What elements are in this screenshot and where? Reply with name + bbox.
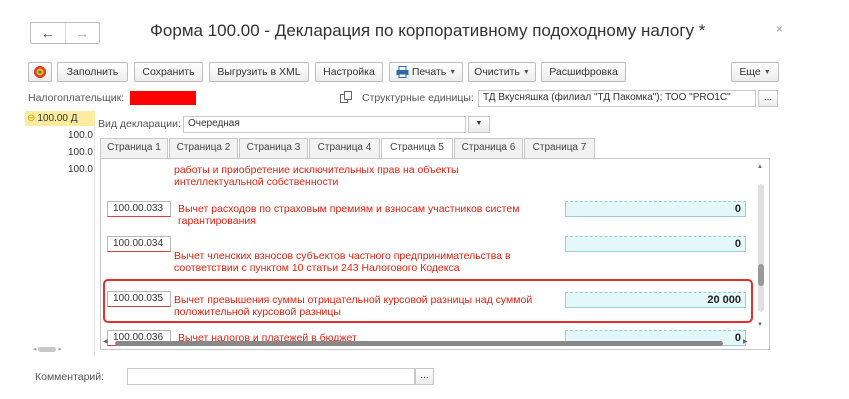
row-code: 100.00.035 bbox=[107, 291, 171, 307]
back-arrow-icon: ← bbox=[40, 25, 55, 41]
horizontal-scrollbar[interactable]: ◀ ▶ bbox=[103, 338, 753, 348]
scroll-left-icon[interactable]: ◀ bbox=[103, 338, 108, 345]
list-item[interactable]: 100.0 bbox=[25, 162, 95, 177]
settings-button[interactable]: Настройка bbox=[315, 62, 383, 82]
comment-label: Комментарий: bbox=[35, 371, 105, 383]
value-field[interactable]: 0 bbox=[565, 201, 746, 217]
row-code: 100.00.034 bbox=[107, 236, 171, 252]
decl-type-field[interactable]: Очередная bbox=[183, 116, 466, 133]
back-button[interactable]: ← bbox=[31, 23, 65, 43]
tab-page-5[interactable]: Страница 5 bbox=[381, 138, 453, 159]
export-xml-button[interactable]: Выгрузить в XML bbox=[209, 62, 309, 82]
list-item[interactable]: 100.0 bbox=[25, 128, 95, 143]
tab-page-7[interactable]: Страница 7 bbox=[524, 138, 595, 158]
taxpayer-label: Налогоплательщик: bbox=[28, 92, 125, 104]
decl-type-dropdown[interactable]: ▼ bbox=[468, 116, 490, 133]
tab-page-6[interactable]: Страница 6 bbox=[454, 138, 523, 158]
clear-button[interactable]: Очистить ▼ bbox=[468, 62, 536, 82]
copy-icon[interactable] bbox=[340, 91, 354, 105]
row-description: работы и приобретение исключительных пра… bbox=[174, 164, 459, 188]
app-logo-icon bbox=[34, 66, 46, 78]
struct-units-field[interactable]: ТД Вкусняшка (филиал "ТД Пакомка"); ТОО … bbox=[478, 90, 756, 107]
decl-type-label: Вид декларации: bbox=[98, 118, 181, 130]
row-description: Вычет членских взносов субъектов частног… bbox=[174, 250, 511, 274]
chevron-down-icon: ▼ bbox=[763, 68, 771, 76]
printer-icon bbox=[396, 66, 409, 78]
history-nav: ← → bbox=[30, 22, 100, 44]
scroll-thumb[interactable] bbox=[115, 341, 723, 346]
close-icon[interactable]: × bbox=[776, 22, 783, 36]
more-button[interactable]: Еще ▼ bbox=[731, 62, 779, 82]
value-field[interactable]: 0 bbox=[565, 236, 746, 252]
taxpayer-redacted bbox=[130, 91, 196, 105]
tab-page-1[interactable]: Страница 1 bbox=[100, 138, 168, 158]
form-list: ⊖ 100.00 Д 100.0 100.0 100.0 ◂ ▸ bbox=[25, 111, 95, 356]
struct-units-label: Структурные единицы: bbox=[362, 92, 474, 104]
tab-page-2[interactable]: Страница 2 bbox=[169, 138, 238, 158]
scroll-thumb[interactable] bbox=[758, 264, 764, 286]
left-hscrollbar[interactable]: ◂ ▸ bbox=[33, 345, 62, 353]
vertical-scrollbar[interactable]: ▲ ▼ bbox=[755, 160, 767, 332]
collapse-icon[interactable]: ⊖ bbox=[27, 113, 35, 124]
scroll-track bbox=[758, 184, 764, 312]
app-logo-button[interactable] bbox=[28, 62, 52, 82]
row-description: Вычет расходов по страховым премиям и вз… bbox=[178, 203, 520, 227]
forward-arrow-icon: → bbox=[75, 25, 90, 41]
chevron-down-icon: ▼ bbox=[522, 68, 530, 76]
scroll-right-icon[interactable]: ▶ bbox=[743, 338, 748, 345]
save-button[interactable]: Сохранить bbox=[134, 62, 203, 82]
tab-page-4[interactable]: Страница 4 bbox=[309, 138, 380, 158]
row-description: Вычет превышения суммы отрицательной кур… bbox=[174, 294, 533, 318]
fill-button[interactable]: Заполнить bbox=[57, 62, 128, 82]
struct-units-select-button[interactable]: ... bbox=[758, 90, 778, 107]
tab-page-3[interactable]: Страница 3 bbox=[239, 138, 308, 158]
decode-button[interactable]: Расшифровка bbox=[541, 62, 626, 82]
value-field[interactable]: 20 000 bbox=[565, 292, 746, 308]
forward-button[interactable]: → bbox=[64, 23, 100, 43]
chevron-down-icon: ▼ bbox=[449, 68, 457, 76]
scroll-up-icon[interactable]: ▲ bbox=[757, 164, 763, 170]
chevron-down-icon: ▼ bbox=[475, 120, 483, 127]
print-button[interactable]: Печать ▼ bbox=[389, 62, 463, 82]
comment-field[interactable] bbox=[127, 368, 415, 385]
window-title: Форма 100.00 - Декларация по корпоративн… bbox=[150, 21, 706, 40]
comment-select-button[interactable]: ... bbox=[415, 368, 434, 385]
page-5-content: работы и приобретение исключительных пра… bbox=[100, 158, 770, 350]
scroll-down-icon[interactable]: ▼ bbox=[757, 322, 763, 328]
row-code: 100.00.033 bbox=[107, 201, 171, 217]
list-item[interactable]: ⊖ 100.00 Д bbox=[25, 111, 95, 126]
list-item[interactable]: 100.0 bbox=[25, 145, 95, 160]
